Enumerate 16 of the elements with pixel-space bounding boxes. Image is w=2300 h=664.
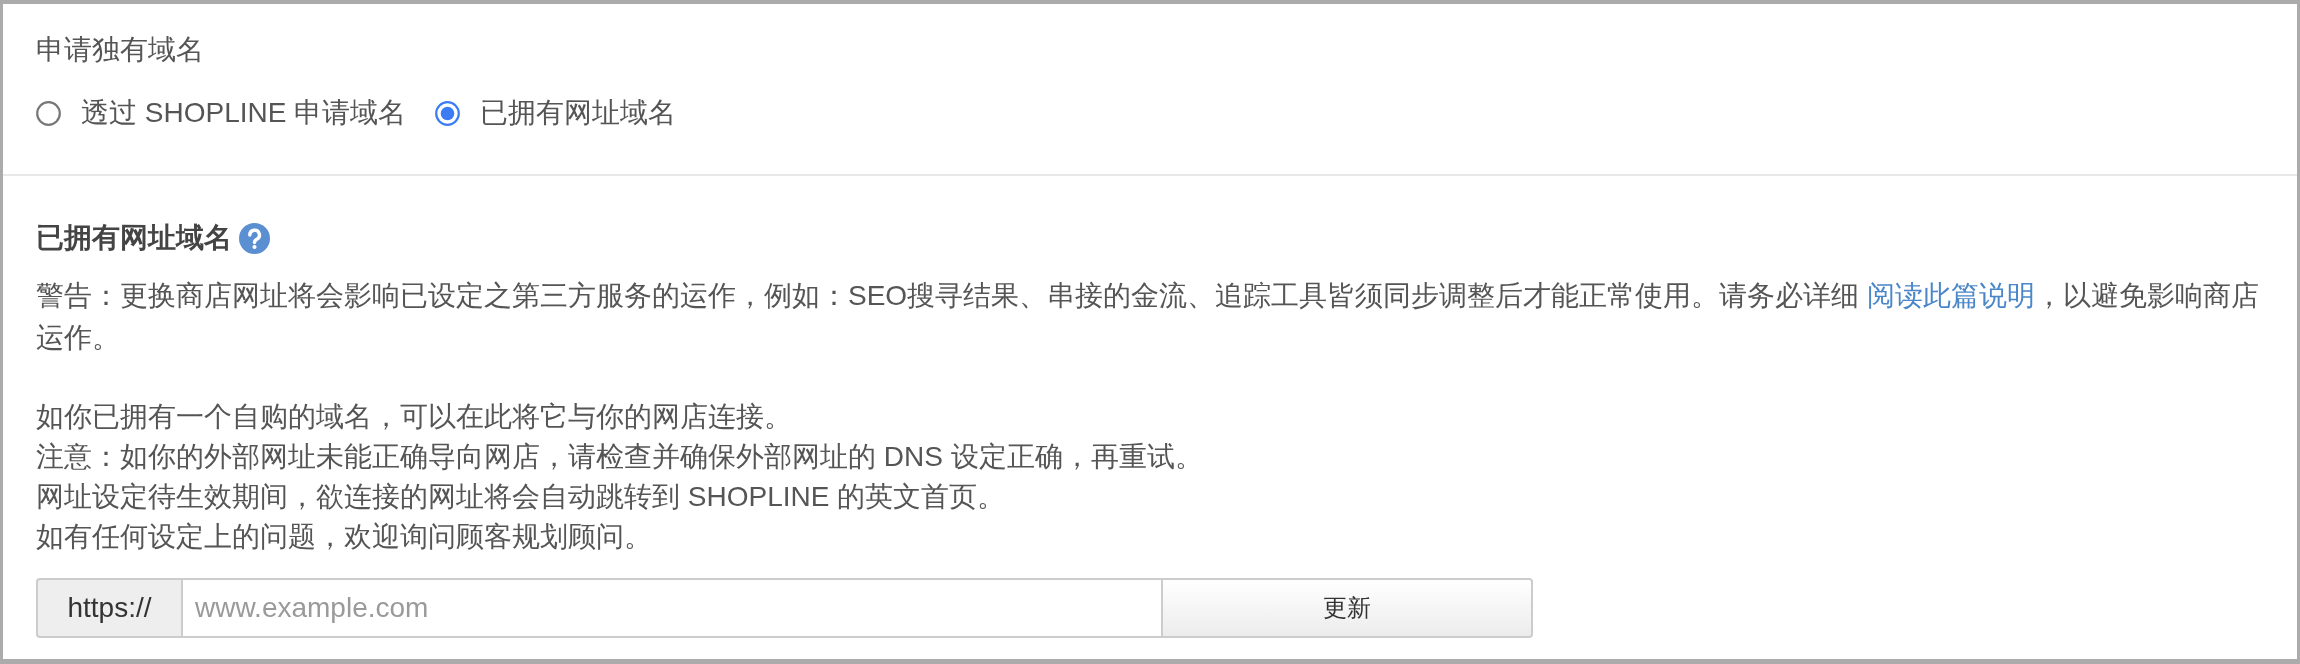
section-title: 申请独有域名 <box>36 33 205 67</box>
radio-label[interactable]: 透过 SHOPLINE 申请域名 <box>81 93 407 133</box>
url-prefix: https:// <box>36 578 183 638</box>
guide-link[interactable]: 阅读此篇说明 <box>1866 280 2035 311</box>
url-input[interactable]: www.example.com <box>183 578 1161 638</box>
section-heading: 已拥有网址域名 <box>36 221 232 255</box>
note-text: 如你已拥有一个自购的域名，可以在此将它与你的网店连接。 <box>36 400 793 434</box>
note-text: 如有任何设定上的问题，欢迎询问顾客规划顾问。 <box>36 520 653 554</box>
radio-label[interactable]: 已拥有网址域名 <box>480 93 677 133</box>
note-text: 网址设定待生效期间，欲连接的网址将会自动跳转到 SHOPLINE 的英文首页。 <box>36 480 1007 514</box>
update-button[interactable]: 更新 <box>1161 578 1533 638</box>
radio-button[interactable] <box>435 100 461 126</box>
note-text: 注意：如你的外部网址未能正确导向网店，请检查并确保外部网址的 DNS 设定正确，再重试。 <box>36 440 1204 474</box>
help-icon[interactable] <box>239 222 270 254</box>
warning-text: 警告：更换商店网址将会影响已设定之第三方服务的运作，例如：SEO搜寻结果、串接的金流、追踪工具皆须同步调整后才能正常使用。请务必详细 阅读此篇说明，以避免影响商店运作。 <box>36 279 2260 355</box>
radio-button[interactable] <box>36 100 61 126</box>
